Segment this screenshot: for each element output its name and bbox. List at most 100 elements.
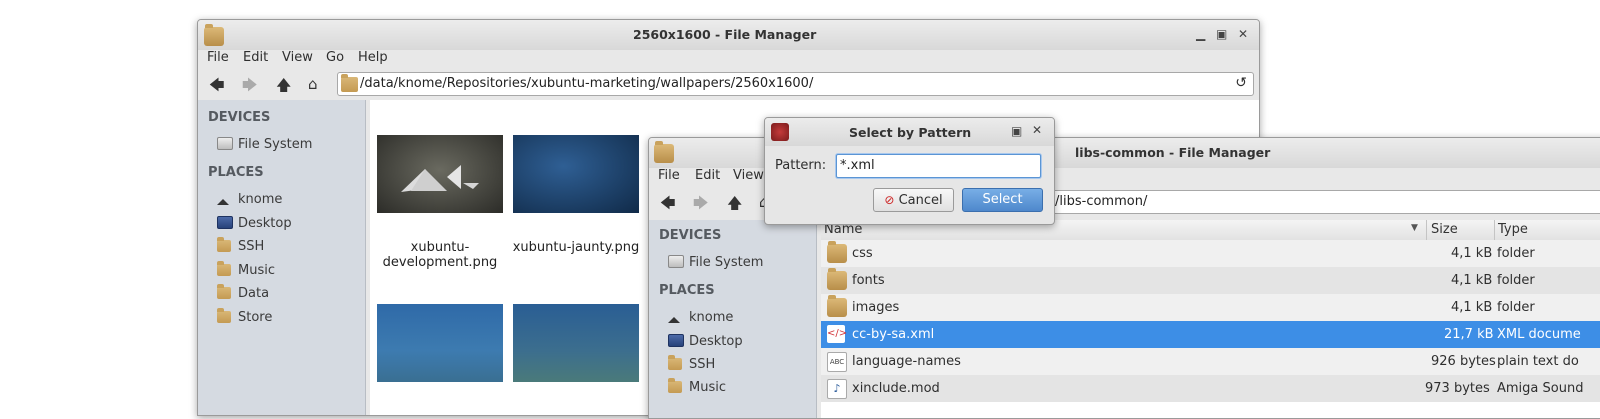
menu-view[interactable]: View [282, 50, 313, 65]
list-item[interactable]: images 4,1 kB folder [821, 294, 1600, 321]
column-divider[interactable] [1494, 220, 1495, 240]
sidebar-item-label: Data [238, 286, 270, 301]
column-header-type[interactable]: Type [1498, 222, 1528, 237]
sidebar-item-file-system[interactable]: File System [217, 137, 312, 154]
forward-icon[interactable]: 🡆 [242, 75, 258, 100]
menubar: File Edit View Go Help [198, 47, 1259, 69]
desktop-icon [217, 216, 233, 229]
file-name: xinclude.mod [852, 381, 940, 396]
location-path: /libs-common/ [1055, 194, 1148, 209]
menu-file[interactable]: File [207, 50, 229, 65]
location-path: /data/knome/Repositories/xubuntu-marketi… [360, 76, 814, 91]
column-header-size[interactable]: Size [1431, 222, 1458, 237]
reload-icon[interactable]: ↺ [1235, 75, 1247, 91]
sidebar-item-store[interactable]: Store [217, 308, 273, 327]
home-icon [668, 317, 680, 323]
menu-file[interactable]: File [658, 168, 680, 183]
list-item[interactable]: ♪ xinclude.mod 973 bytes Amiga Sound [821, 375, 1600, 402]
cancel-button[interactable]: ⊘ Cancel [873, 188, 954, 212]
file-size: 4,1 kB [1451, 300, 1493, 315]
dialog-title: Select by Pattern [849, 125, 972, 140]
menu-edit[interactable]: Edit [243, 50, 268, 65]
sidebar-item-data[interactable]: Data [217, 284, 270, 303]
folder-icon [217, 261, 231, 276]
wallpaper-thumbnail[interactable] [513, 304, 639, 382]
sidebar-item-music[interactable]: Music [668, 378, 726, 397]
title-bar[interactable]: 2560x1600 - File Manager ▁ ▣ ✕ [198, 20, 1259, 50]
close-button[interactable]: ✕ [1238, 27, 1248, 41]
wallpaper-thumbnail[interactable] [377, 304, 503, 382]
sidebar-item-music[interactable]: Music [217, 261, 275, 280]
maximize-button[interactable]: ▣ [1216, 27, 1227, 41]
up-icon[interactable]: 🡅 [727, 193, 742, 218]
file-size: 4,1 kB [1451, 246, 1493, 261]
drive-icon [217, 137, 233, 150]
file-type: plain text do [1497, 354, 1579, 369]
file-name: images [852, 300, 900, 315]
column-divider[interactable] [1426, 220, 1427, 240]
file-size: 4,1 kB [1451, 273, 1493, 288]
file-type: Amiga Sound [1497, 381, 1584, 396]
home-icon[interactable]: ⌂ [308, 75, 318, 93]
menu-go[interactable]: Go [326, 50, 344, 65]
sidebar-item-ssh[interactable]: SSH [217, 237, 264, 256]
file-name: language-names [852, 354, 961, 369]
folder-icon [827, 295, 847, 317]
folder-icon [217, 284, 231, 299]
dialog-title-bar[interactable]: Select by Pattern ▣ ✕ [765, 118, 1054, 146]
drive-icon [668, 255, 684, 268]
sidebar-item-desktop[interactable]: Desktop [217, 216, 292, 233]
file-type: folder [1497, 300, 1535, 315]
menu-help[interactable]: Help [358, 50, 388, 65]
sidebar-item-label: Music [689, 380, 726, 395]
file-size: 21,7 kB [1444, 327, 1494, 342]
sidebar-item-knome[interactable]: knome [217, 192, 282, 209]
list-item[interactable]: css 4,1 kB folder [821, 240, 1600, 267]
sidebar-item-label: knome [689, 310, 734, 325]
desktop-icon [668, 334, 684, 347]
sidebar-item-label: SSH [689, 357, 716, 372]
select-by-pattern-dialog: Select by Pattern ▣ ✕ Pattern: *.xml ⊘ C… [764, 117, 1055, 225]
location-bar[interactable]: /data/knome/Repositories/xubuntu-marketi… [337, 72, 1254, 96]
pattern-input[interactable]: *.xml [836, 154, 1041, 178]
sidebar-item-file-system[interactable]: File System [668, 255, 763, 272]
sidebar-item-label: Desktop [238, 216, 292, 231]
select-label: Select [982, 192, 1023, 207]
sidebar-item-knome[interactable]: knome [668, 310, 733, 327]
file-name: xubuntu-jaunty.png [512, 240, 640, 255]
sidebar-item-label: Store [238, 310, 273, 325]
sidebar-item-ssh[interactable]: SSH [668, 355, 716, 374]
sidebar-item-label: Music [238, 263, 275, 278]
up-icon[interactable]: 🡅 [276, 75, 291, 100]
folder-icon [341, 74, 358, 92]
devices-heading: DEVICES [659, 228, 722, 243]
folder-icon [204, 24, 224, 46]
cancel-icon: ⊘ [884, 193, 895, 207]
close-button[interactable]: ✕ [1032, 123, 1042, 137]
places-heading: PLACES [208, 165, 264, 180]
pattern-input-value: *.xml [840, 158, 875, 173]
list-item[interactable]: fonts 4,1 kB folder [821, 267, 1600, 294]
list-item-selected[interactable]: </> cc-by-sa.xml 21,7 kB XML docume [821, 321, 1600, 348]
sidebar-item-label: File System [238, 137, 313, 152]
sidebar-item-desktop[interactable]: Desktop [668, 334, 743, 351]
sidebar-item-label: Desktop [689, 334, 743, 349]
back-icon[interactable]: 🡄 [660, 193, 676, 218]
file-name: fonts [852, 273, 885, 288]
back-icon[interactable]: 🡄 [209, 75, 225, 100]
sort-arrow-icon: ▼ [1411, 223, 1418, 233]
minimize-button[interactable]: ▁ [1196, 27, 1205, 41]
menu-view[interactable]: View [733, 168, 764, 183]
folder-icon [217, 237, 231, 252]
wallpaper-thumbnail [377, 135, 503, 213]
wallpaper-thumbnail [513, 135, 639, 213]
menu-edit[interactable]: Edit [695, 168, 720, 183]
maximize-button[interactable]: ▣ [1011, 124, 1022, 138]
list-item[interactable]: ABC language-names 926 bytes plain text … [821, 348, 1600, 375]
places-heading: PLACES [659, 283, 715, 298]
audio-file-icon: ♪ [827, 379, 847, 399]
forward-icon[interactable]: 🡆 [693, 193, 709, 218]
select-button[interactable]: Select [962, 188, 1043, 212]
file-size: 926 bytes [1431, 354, 1496, 369]
file-name: xubuntu- [410, 240, 470, 255]
